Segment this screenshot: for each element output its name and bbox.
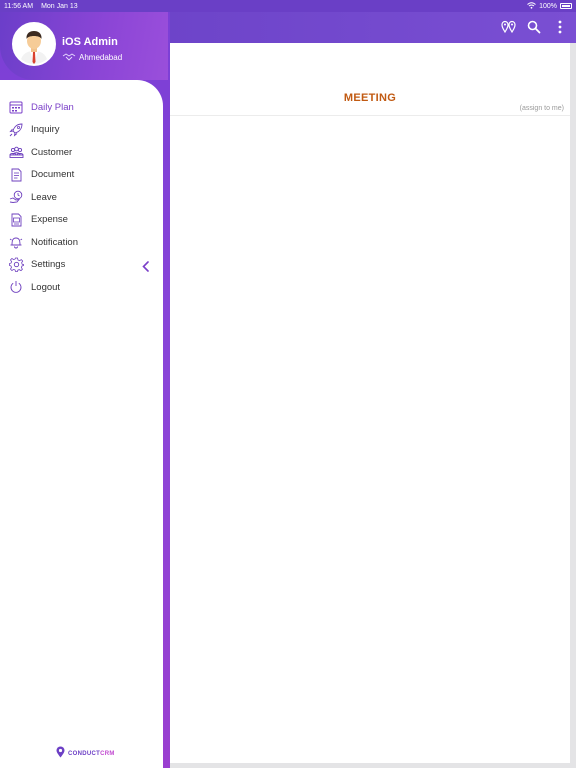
brand-name: CONDUCTCRM: [68, 751, 115, 757]
user-location: Ahmedabad: [79, 52, 123, 62]
sidebar-item-label: Customer: [31, 146, 73, 158]
sidebar-item-expense[interactable]: Expense: [0, 209, 163, 232]
location-pin-icon: [56, 745, 65, 763]
sidebar-item-label: Settings: [31, 259, 66, 271]
sidebar-item-logout[interactable]: Logout: [0, 276, 163, 299]
sidebar-item-inquiry[interactable]: Inquiry: [0, 119, 163, 142]
status-time: 11:56 AM: [4, 2, 34, 10]
sidebar-item-document[interactable]: Document: [0, 164, 163, 187]
battery-percent: 100%: [539, 2, 557, 10]
divider: [170, 115, 570, 116]
profile-header: iOS Admin Ahmedabad: [0, 12, 168, 80]
sidebar-item-notification[interactable]: Notification: [0, 231, 163, 254]
gear-icon: [8, 257, 24, 273]
status-bar: 11:56 AM Mon Jan 13 100%: [0, 0, 576, 12]
brand-name-part2: CRM: [100, 751, 115, 757]
sidebar-item-customer[interactable]: Customer: [0, 141, 163, 164]
sidebar-item-settings[interactable]: Settings: [0, 254, 163, 277]
power-icon: [8, 279, 24, 295]
document-icon: [8, 167, 24, 183]
main-header: [166, 12, 576, 43]
sidebar-item-label: Document: [31, 169, 75, 181]
battery-icon: [560, 3, 572, 9]
sidebar-menu: Daily Plan Inquiry Customer Document Lea…: [0, 96, 163, 299]
search-icon[interactable]: [526, 19, 542, 35]
leave-icon: [8, 189, 24, 205]
handshake-icon: [62, 48, 76, 66]
brand-logo: CONDUCTCRM: [56, 745, 115, 763]
wifi-icon: [527, 1, 536, 11]
map-pins-icon[interactable]: [500, 19, 516, 35]
sidebar-item-label: Notification: [31, 236, 78, 248]
sidebar-item-daily-plan[interactable]: Daily Plan: [0, 96, 163, 119]
chevron-left-icon[interactable]: [142, 259, 149, 277]
brand-name-part1: CONDUCT: [68, 751, 101, 757]
sidebar-item-label: Inquiry: [31, 124, 60, 136]
main-content: MEETING (assign to me): [170, 43, 570, 763]
right-edge: [570, 43, 576, 768]
assign-note[interactable]: (assign to me): [520, 105, 564, 112]
status-date: Mon Jan 13: [41, 2, 78, 10]
more-vert-icon[interactable]: [552, 19, 568, 35]
sidebar-item-leave[interactable]: Leave: [0, 186, 163, 209]
sidebar-item-label: Daily Plan: [31, 101, 74, 113]
expense-icon: [8, 212, 24, 228]
sidebar-item-label: Expense: [31, 214, 68, 226]
bell-icon: [8, 234, 24, 250]
page-title: MEETING: [343, 92, 397, 104]
sidebar-item-label: Logout: [31, 281, 61, 293]
avatar[interactable]: [12, 22, 56, 66]
customers-icon: [8, 144, 24, 160]
calendar-icon: [8, 99, 24, 115]
sidebar-item-label: Leave: [31, 191, 57, 203]
user-name: iOS Admin: [62, 36, 118, 48]
rocket-icon: [8, 122, 24, 138]
